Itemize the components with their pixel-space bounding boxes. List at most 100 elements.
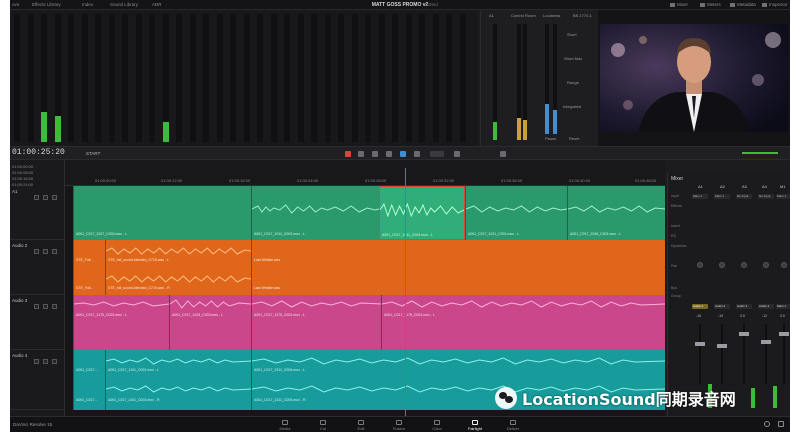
menu-metadata[interactable]: Metadata — [730, 2, 756, 7]
solo-button[interactable] — [43, 359, 48, 364]
track-header-audio4[interactable]: Audio 4 — [10, 350, 65, 410]
track-meter — [14, 14, 20, 142]
clip-a3-4[interactable]: A001_C017_1175_C003.mov - L — [381, 295, 665, 350]
timeline-ruler[interactable]: 01:00:00:00 01:00:12:00 01:00:16:00 01:0… — [65, 160, 665, 186]
fader-a1[interactable] — [699, 324, 701, 384]
menu-mixer[interactable]: Mixer — [670, 2, 688, 7]
input-select-a1[interactable]: Main 1 — [692, 194, 708, 199]
fader-cap-m1[interactable] — [779, 332, 789, 336]
track-meter — [203, 14, 209, 142]
row-label-group: Group — [671, 294, 681, 298]
track-name: Audio 3 — [12, 298, 28, 303]
input-select-m1[interactable]: Main 1 — [776, 194, 790, 199]
waveform — [252, 357, 665, 365]
zoom-out-icon[interactable] — [454, 151, 460, 157]
razor-tool-icon[interactable] — [372, 151, 378, 157]
timeline-tracks[interactable]: A001_C017_1027_C002.mov - L A001_C017_10… — [65, 186, 665, 416]
menu-meters[interactable]: Meters — [700, 2, 721, 7]
solo-button[interactable] — [43, 195, 48, 200]
zoom-select[interactable] — [430, 151, 444, 157]
page-color[interactable]: Color — [422, 420, 452, 431]
pause-button[interactable]: Pause — [545, 136, 556, 141]
track-meter — [135, 14, 142, 142]
mute-button[interactable] — [52, 359, 57, 364]
fader-cap-a4[interactable] — [761, 340, 771, 344]
clip-a1-5[interactable]: A001_C017_1026_C001.mov - L — [567, 186, 665, 240]
clip-a3-2[interactable]: A001_C017_1203_C003.mov - L — [169, 295, 251, 350]
ruler-tick: 01:00:48:00 — [635, 178, 657, 183]
menu-inspector[interactable]: Inspector — [762, 2, 788, 7]
reset-button[interactable]: Reset — [569, 136, 579, 141]
link-icon[interactable] — [400, 151, 406, 157]
clip-a1-3[interactable]: A001_C017_1011_C004.mov - L — [379, 186, 465, 240]
input-select-a2[interactable]: Main 1 — [714, 194, 730, 199]
flag-icon[interactable] — [414, 151, 420, 157]
home-icon[interactable] — [764, 421, 770, 427]
loudness-col-a1: A1 — [489, 13, 494, 18]
clip-a4-1[interactable]: A001_C017... A001_C017... — [73, 350, 105, 410]
zoom-in-icon[interactable] — [500, 151, 506, 157]
track-header-audio2[interactable]: Audio 2 — [10, 240, 65, 295]
pan-knob-a2[interactable] — [719, 262, 725, 268]
page-media[interactable]: Media — [270, 420, 300, 431]
control-room-meter-l — [517, 24, 521, 140]
track-header-a1[interactable]: A1 — [10, 186, 65, 240]
settings-icon[interactable] — [778, 421, 784, 427]
clip-a1-1[interactable]: A001_C017_1027_C002.mov - L — [73, 186, 251, 240]
record-icon[interactable] — [345, 151, 351, 157]
clip-a2-1[interactable]: STE_Full... STE_Full... — [73, 240, 105, 295]
channel-name-a4: Audio 4 — [758, 304, 774, 309]
clip-a1-2[interactable]: A001_C017_1011_C003.mov - L — [251, 186, 379, 240]
page-edit[interactable]: Edit — [346, 420, 376, 431]
clip-a2-3[interactable]: Last Whistle.wav Last Whistle.wav — [251, 240, 665, 295]
record-arm-button[interactable] — [34, 304, 39, 309]
track-meter — [81, 14, 88, 142]
waveform — [252, 300, 381, 308]
track-meter — [95, 14, 101, 142]
level-a1: -16 — [696, 314, 702, 318]
snap-icon[interactable] — [386, 151, 392, 157]
track-meter — [297, 14, 304, 142]
fader-cap-a1[interactable] — [695, 342, 705, 346]
page-fairlight[interactable]: Fairlight — [460, 420, 490, 431]
playhead[interactable] — [405, 168, 406, 416]
pan-knob-a3[interactable] — [741, 262, 747, 268]
timeline-view-select[interactable]: START — [86, 151, 100, 156]
monitor-volume-slider[interactable] — [742, 152, 778, 154]
track-header-audio3[interactable]: Audio 3 — [10, 295, 65, 350]
page-fusion[interactable]: Fusion — [384, 420, 414, 431]
wechat-logo-icon — [495, 387, 517, 409]
fader-cap-a3[interactable] — [739, 332, 749, 336]
waveform — [568, 205, 665, 213]
pan-knob-a4[interactable] — [763, 262, 769, 268]
fader-a4[interactable] — [765, 324, 767, 384]
solo-button[interactable] — [43, 249, 48, 254]
clip-a2-2[interactable]: STE_full_sound-blended_G715.wav - L STE_… — [105, 240, 251, 295]
solo-button[interactable] — [43, 304, 48, 309]
watermark-text: LocationSound同期录音网 — [522, 390, 736, 409]
edit-icon — [358, 420, 364, 425]
select-tool-icon[interactable] — [358, 151, 364, 157]
pan-knob-a1[interactable] — [697, 262, 703, 268]
track-name: A1 — [12, 189, 18, 194]
clip-a4-2[interactable]: A001_C017_1101_C002.mov - L A001_C017_11… — [105, 350, 251, 410]
record-arm-button[interactable] — [34, 195, 39, 200]
page-deliver[interactable]: Deliver — [498, 420, 528, 431]
page-cut[interactable]: Cut — [308, 420, 338, 431]
mute-button[interactable] — [52, 249, 57, 254]
input-select-a4[interactable]: No Input — [758, 194, 774, 199]
fader-cap-a2[interactable] — [717, 344, 727, 348]
input-select-a3[interactable]: No Input — [736, 194, 752, 199]
clip-a3-3[interactable]: A001_C017_1175_C002.mov - L — [251, 295, 381, 350]
pan-knob-m1[interactable] — [781, 262, 787, 268]
loudness-standard[interactable]: BS.1770-1 — [573, 13, 592, 18]
mute-button[interactable] — [52, 304, 57, 309]
clip-a3-1[interactable]: A001_C017_1175_C002.mov - L — [73, 295, 169, 350]
track-meter — [149, 14, 155, 142]
mute-button[interactable] — [52, 195, 57, 200]
fader-a2[interactable] — [721, 324, 723, 384]
clip-a1-4[interactable]: A001_C017_1021_C001.mov - L — [465, 186, 567, 240]
track-meter — [405, 14, 412, 142]
record-arm-button[interactable] — [34, 249, 39, 254]
record-arm-button[interactable] — [34, 359, 39, 364]
